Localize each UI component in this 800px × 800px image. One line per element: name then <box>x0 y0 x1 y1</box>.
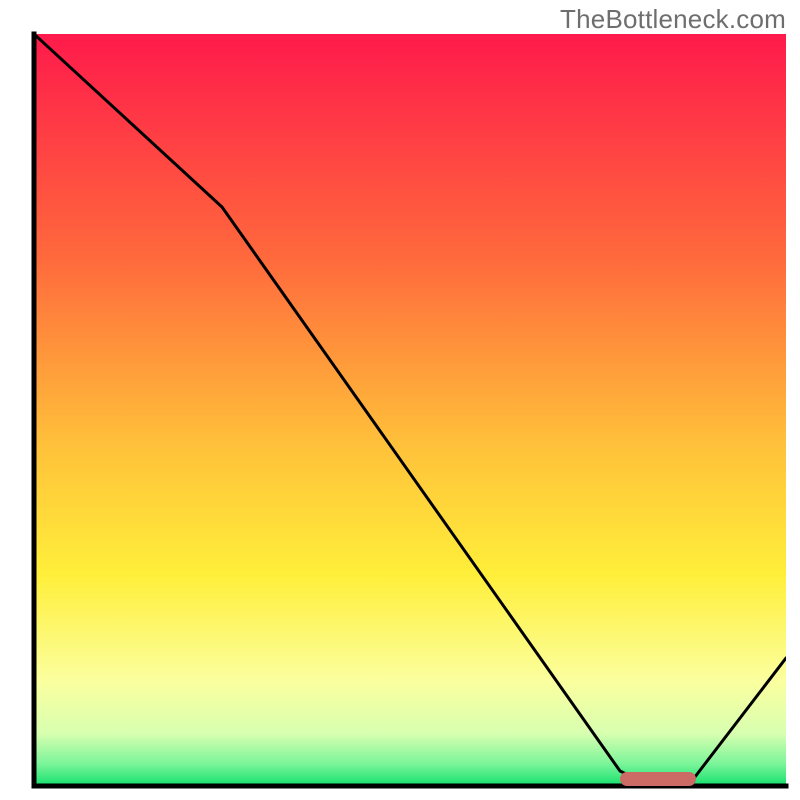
plot-background <box>34 34 786 786</box>
watermark-text: TheBottleneck.com <box>560 4 786 35</box>
optimal-range-marker <box>620 772 696 786</box>
chart-svg <box>0 0 800 800</box>
chart-container: TheBottleneck.com <box>0 0 800 800</box>
